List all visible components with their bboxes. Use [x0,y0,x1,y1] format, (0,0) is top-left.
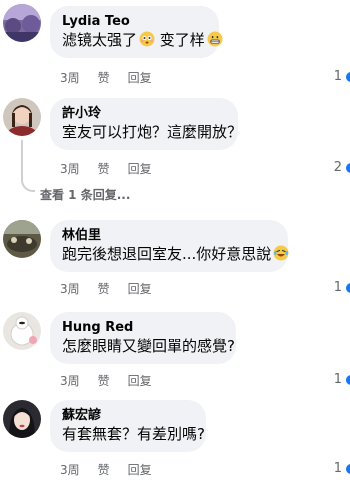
reply-link[interactable]: 回复 [128,463,152,477]
reaction-count: 1 [333,69,342,84]
comment-time: 3周 [60,162,80,176]
view-replies-link[interactable]: 查看 1 条回复... [40,186,130,203]
comment-time: 3周 [60,282,80,296]
reaction-summary[interactable]: 1 [334,461,350,476]
commenter-name[interactable]: 蘇宏諺 [62,407,194,424]
comment-bubble: 林伯里 跑完後想退回室友...你好意思說 [50,220,289,272]
comment-text: 有套無套？有差別嗎? [62,425,205,443]
flushed-emoji-icon [139,31,155,47]
like-reaction-icon [346,162,350,173]
comment-text: 怎麼眼睛又變回單的感覺? [62,337,235,355]
commenter-name[interactable]: Hung Red [62,319,224,336]
reaction-summary[interactable]: 1 [334,372,350,387]
reaction-count: 1 [333,372,342,387]
comment-actions: 3周 赞 回复 [60,282,170,296]
like-reaction-icon [346,463,350,474]
like-link[interactable]: 赞 [98,463,110,477]
comment-bubble: Hung Red 怎麼眼睛又變回單的感覺? [50,312,236,364]
comment-text: 滤镜太强了 变了样 [62,30,223,51]
like-reaction-icon [346,71,350,82]
avatar[interactable] [3,98,41,136]
reply-link[interactable]: 回复 [128,162,152,176]
comment-bubble: Lydia Teo 滤镜太强了 变了样 [50,6,223,58]
commenter-name[interactable]: 林伯里 [62,227,276,244]
comment-actions: 3周 赞 回复 [60,374,170,388]
comment-time: 3周 [60,374,80,388]
like-link[interactable]: 赞 [98,162,110,176]
reply-link[interactable]: 回复 [128,282,152,296]
avatar[interactable] [3,312,41,350]
like-link[interactable]: 赞 [98,374,110,388]
reaction-summary[interactable]: 2 [334,160,350,175]
avatar[interactable] [3,220,41,258]
thread-line [21,140,23,172]
comment-time: 3周 [60,71,80,85]
avatar[interactable] [3,4,41,42]
comment-actions: 3周 赞 回复 [60,162,170,176]
reaction-count: 1 [333,280,342,295]
commenter-name[interactable]: 許小玲 [62,105,226,122]
comment-actions: 3周 赞 回复 [60,463,170,477]
comment-bubble: 許小玲 室友可以打炮？這麼開放？ [50,98,243,150]
like-link[interactable]: 赞 [98,71,110,85]
like-reaction-icon [346,282,350,293]
reaction-count: 1 [333,461,342,476]
like-reaction-icon [346,374,350,385]
reply-link[interactable]: 回复 [128,374,152,388]
commenter-name[interactable]: Lydia Teo [62,13,207,30]
reaction-summary[interactable]: 1 [334,69,350,84]
comment-text-part: 滤镜太强了 [62,31,138,49]
comment-bubble: 蘇宏諺 有套無套？有差別嗎? [50,400,206,452]
comment-text: 跑完後想退回室友...你好意思說 [62,244,289,265]
like-link[interactable]: 赞 [98,282,110,296]
reaction-count: 2 [333,160,342,175]
grimace-emoji-icon [207,31,223,47]
laughing-tears-emoji-icon [273,245,289,261]
reaction-summary[interactable]: 1 [334,280,350,295]
comment-text: 室友可以打炮？這麼開放？ [62,123,243,141]
comment-time: 3周 [60,463,80,477]
reply-link[interactable]: 回复 [128,71,152,85]
comment-text-part: 变了样 [155,31,205,49]
thread-connector [21,170,35,192]
avatar[interactable] [3,400,41,438]
comment-actions: 3周 赞 回复 [60,71,170,85]
comment-text-part: 跑完後想退回室友...你好意思說 [62,245,272,263]
